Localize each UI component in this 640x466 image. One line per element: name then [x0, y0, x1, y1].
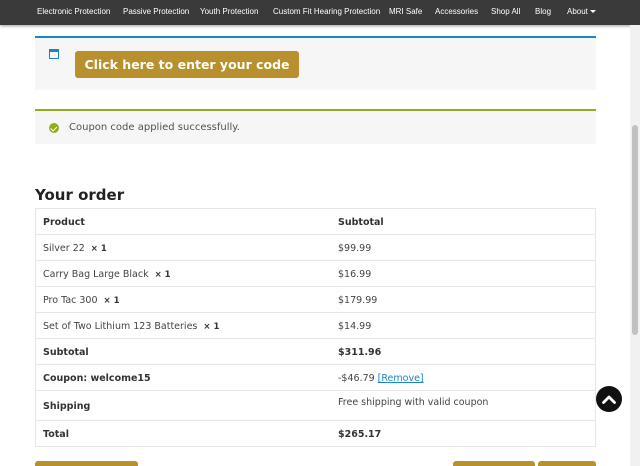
product-price: $14.99	[338, 321, 372, 332]
enter-coupon-code-button[interactable]: Click here to enter your code	[75, 51, 299, 78]
product-name: Carry Bag Large Black × 1	[43, 269, 171, 280]
nav-shop-all[interactable]: Shop All	[491, 7, 520, 16]
bottom-right-button[interactable]	[538, 461, 596, 466]
product-price: $99.99	[338, 243, 372, 254]
coupon-info-box: Click here to enter your code	[35, 36, 596, 90]
coupon-row: Coupon: welcome15 -$46.79 [Remove]	[36, 365, 595, 391]
bottom-left-button[interactable]	[35, 461, 138, 466]
window-icon	[49, 49, 59, 59]
coupon-success-message: Coupon code applied successfully.	[35, 109, 596, 144]
check-circle-icon	[49, 123, 59, 133]
main-navigation: Electronic Protection Passive Protection…	[0, 0, 640, 25]
subtotal-value: $311.96	[338, 347, 382, 358]
product-quantity: × 1	[154, 270, 171, 280]
product-price: $179.99	[338, 295, 378, 306]
total-row: Total $265.17	[36, 421, 595, 447]
product-name-text: Set of Two Lithium 123 Batteries	[43, 321, 198, 332]
product-name-text: Carry Bag Large Black	[43, 269, 149, 280]
nav-about[interactable]: About	[567, 7, 596, 16]
shipping-method: Free shipping with valid coupon	[338, 397, 489, 408]
product-quantity: × 1	[203, 322, 220, 332]
coupon-discount-value: -$46.79	[338, 373, 375, 384]
nav-custom-fit-hearing-protection[interactable]: Custom Fit Hearing Protection	[273, 7, 380, 16]
page-scrollbar[interactable]	[630, 25, 640, 466]
scroll-to-top-button[interactable]	[596, 386, 622, 412]
nav-about-label: About	[567, 7, 588, 16]
nav-youth-protection[interactable]: Youth Protection	[200, 7, 258, 16]
product-name-text: Silver 22	[43, 243, 85, 254]
caret-down-icon	[589, 10, 596, 14]
product-quantity: × 1	[103, 296, 120, 306]
nav-blog[interactable]: Blog	[535, 7, 551, 16]
order-heading: Your order	[35, 186, 125, 204]
chevron-up-icon	[602, 395, 616, 404]
shipping-label: Shipping	[43, 401, 91, 412]
table-row: Pro Tac 300 × 1 $179.99	[36, 287, 595, 313]
product-quantity: × 1	[90, 244, 107, 254]
product-column-header: Product	[43, 217, 85, 228]
subtotal-column-header: Subtotal	[338, 217, 384, 228]
nav-electronic-protection[interactable]: Electronic Protection	[37, 7, 110, 16]
table-row: Silver 22 × 1 $99.99	[36, 235, 595, 261]
remove-coupon-link[interactable]: [Remove]	[378, 373, 424, 384]
nav-passive-protection[interactable]: Passive Protection	[123, 7, 189, 16]
product-name: Pro Tac 300 × 1	[43, 295, 120, 306]
shipping-row: Shipping Free shipping with valid coupon	[36, 391, 595, 421]
subtotal-row: Subtotal $311.96	[36, 339, 595, 365]
table-row: Set of Two Lithium 123 Batteries × 1 $14.…	[36, 313, 595, 339]
table-row: Carry Bag Large Black × 1 $16.99	[36, 261, 595, 287]
subtotal-label: Subtotal	[43, 347, 89, 358]
total-label: Total	[43, 429, 69, 440]
product-name: Set of Two Lithium 123 Batteries × 1	[43, 321, 219, 332]
product-name: Silver 22 × 1	[43, 243, 107, 254]
checkout-page: Electronic Protection Passive Protection…	[0, 0, 640, 466]
success-message-text: Coupon code applied successfully.	[69, 122, 240, 133]
product-name-text: Pro Tac 300	[43, 295, 98, 306]
nav-mri-safe[interactable]: MRI Safe	[389, 7, 422, 16]
product-price: $16.99	[338, 269, 372, 280]
scrollbar-thumb[interactable]	[632, 125, 638, 335]
bottom-middle-button[interactable]	[453, 461, 535, 466]
table-header-row: Product Subtotal	[36, 209, 595, 235]
total-value: $265.17	[338, 429, 382, 440]
nav-accessories[interactable]: Accessories	[435, 7, 478, 16]
coupon-label: Coupon: welcome15	[43, 373, 151, 384]
coupon-discount: -$46.79 [Remove]	[338, 373, 424, 384]
order-review-table: Product Subtotal Silver 22 × 1 $99.99 Car…	[35, 208, 596, 447]
